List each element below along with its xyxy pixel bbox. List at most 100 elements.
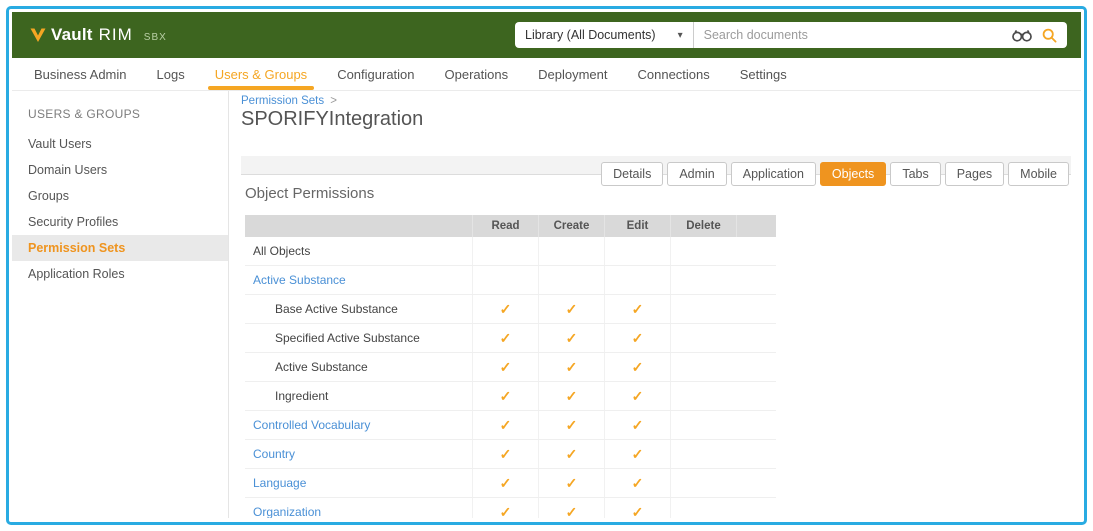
nav-item-settings[interactable]: Settings [740,58,787,90]
perm-cell-all-objects-read [472,237,538,265]
tab-mobile[interactable]: Mobile [1008,162,1069,186]
check-icon: ✓ [566,504,578,519]
perm-cell-spacer [736,266,776,294]
chevron-down-icon: ▾ [678,30,683,41]
object-label-country[interactable]: Country [245,440,472,468]
main-content: Permission Sets > SPORIFYIntegration Det… [229,91,1081,518]
sidebar-item-domain-users[interactable]: Domain Users [12,157,228,183]
check-icon: ✓ [500,330,512,347]
object-label-active-substance[interactable]: Active Substance [245,266,472,294]
check-icon: ✓ [566,475,578,492]
check-icon: ✓ [566,417,578,434]
sidebar-title: USERS & GROUPS [12,99,228,131]
perm-cell-organization-edit: ✓ [604,498,670,518]
perm-cell-active-substance-read: ✓ [472,353,538,381]
perm-cell-language-create: ✓ [538,469,604,497]
sidebar-item-groups[interactable]: Groups [12,183,228,209]
global-search-bar: Library (All Documents) ▾ [515,22,1067,48]
search-scope-dropdown[interactable]: Library (All Documents) ▾ [515,22,694,48]
sidebar-item-application-roles[interactable]: Application Roles [12,261,228,287]
table-row: Country✓✓✓ [245,440,776,469]
vault-logo[interactable]: Vault RIM SBX [30,25,167,45]
check-icon: ✓ [500,417,512,434]
perm-cell-spacer [736,295,776,323]
table-row: Active Substance ✓ ✓ ✓ [245,353,776,382]
check-icon: ✓ [500,301,512,318]
nav-item-users-groups[interactable]: Users & Groups [215,58,307,90]
check-icon: ✓ [632,301,644,318]
check-icon: ✓ [632,446,644,463]
check-icon: ✓ [500,446,512,463]
logo-env-badge: SBX [144,32,167,43]
check-icon: ✓ [500,388,512,405]
column-header-spacer [736,215,776,237]
table-row: Language✓✓✓ [245,469,776,498]
perm-cell-all-objects-delete [670,237,736,265]
nav-item-configuration[interactable]: Configuration [337,58,414,90]
tab-tabs[interactable]: Tabs [890,162,940,186]
perm-cell-ingredient-read: ✓ [472,382,538,410]
perm-cell-spacer [736,382,776,410]
logo-product-text: RIM [99,25,133,45]
object-label-language[interactable]: Language [245,469,472,497]
nav-item-connections[interactable]: Connections [637,58,709,90]
nav-item-operations[interactable]: Operations [445,58,509,90]
column-header-read: Read [472,215,538,237]
check-icon: ✓ [500,504,512,519]
perm-cell-controlled-vocabulary-read: ✓ [472,411,538,439]
advanced-search-binoculars-icon[interactable] [1012,29,1032,42]
perm-cell-country-read: ✓ [472,440,538,468]
vault-app-window: Vault RIM SBX Library (All Documents) ▾ [12,12,1081,519]
perm-cell-organization-create: ✓ [538,498,604,518]
sidebar-item-permission-sets[interactable]: Permission Sets [12,235,228,261]
check-icon: ✓ [632,330,644,347]
perm-cell-spacer [736,498,776,518]
sidebar-item-security-profiles[interactable]: Security Profiles [12,209,228,235]
breadcrumb-link-permission-sets[interactable]: Permission Sets [241,95,324,107]
breadcrumb-separator: > [330,95,337,107]
perm-cell-base-active-substance-create: ✓ [538,295,604,323]
sidebar-item-vault-users[interactable]: Vault Users [12,131,228,157]
nav-item-logs[interactable]: Logs [157,58,185,90]
check-icon: ✓ [500,359,512,376]
table-row: Controlled Vocabulary✓✓✓ [245,411,776,440]
object-label-active-substance: Active Substance [245,353,472,381]
perm-cell-active-substance-create: ✓ [538,353,604,381]
perm-cell-language-edit: ✓ [604,469,670,497]
table-row: All Objects [245,237,776,266]
check-icon: ✓ [566,330,578,347]
column-header-object [245,215,472,237]
check-icon: ✓ [632,388,644,405]
perm-cell-country-delete [670,440,736,468]
perm-cell-ingredient-delete [670,382,736,410]
primary-nav: Business Admin Logs Users & Groups Configur… [12,58,1081,91]
table-row: Specified Active Substance ✓ ✓ ✓ [245,324,776,353]
veeva-v-icon [30,28,46,43]
check-icon: ✓ [566,301,578,318]
perm-cell-organization-read: ✓ [472,498,538,518]
tab-application[interactable]: Application [731,162,816,186]
perm-cell-base-active-substance-read: ✓ [472,295,538,323]
search-icon[interactable] [1042,28,1057,43]
nav-item-deployment[interactable]: Deployment [538,58,607,90]
check-icon: ✓ [632,504,644,519]
check-icon: ✓ [566,359,578,376]
tab-admin[interactable]: Admin [667,162,726,186]
table-row: Organization ✓ ✓ ✓ [245,498,776,518]
tab-pages[interactable]: Pages [945,162,1004,186]
perm-cell-spacer [736,324,776,352]
tab-details[interactable]: Details [601,162,663,186]
check-icon: ✓ [632,359,644,376]
perm-cell-base-active-substance-delete [670,295,736,323]
search-input[interactable] [694,28,1002,42]
perm-cell-specified-active-substance-edit: ✓ [604,324,670,352]
perm-cell-controlled-vocabulary-delete [670,411,736,439]
nav-item-business-admin[interactable]: Business Admin [34,58,127,90]
object-label-specified-active-substance: Specified Active Substance [245,324,472,352]
object-label-organization[interactable]: Organization [245,498,472,518]
perm-cell-language-delete [670,469,736,497]
check-icon: ✓ [632,475,644,492]
tab-objects[interactable]: Objects [820,162,886,186]
table-row: Base Active Substance✓✓✓ [245,295,776,324]
object-label-controlled-vocabulary[interactable]: Controlled Vocabulary [245,411,472,439]
